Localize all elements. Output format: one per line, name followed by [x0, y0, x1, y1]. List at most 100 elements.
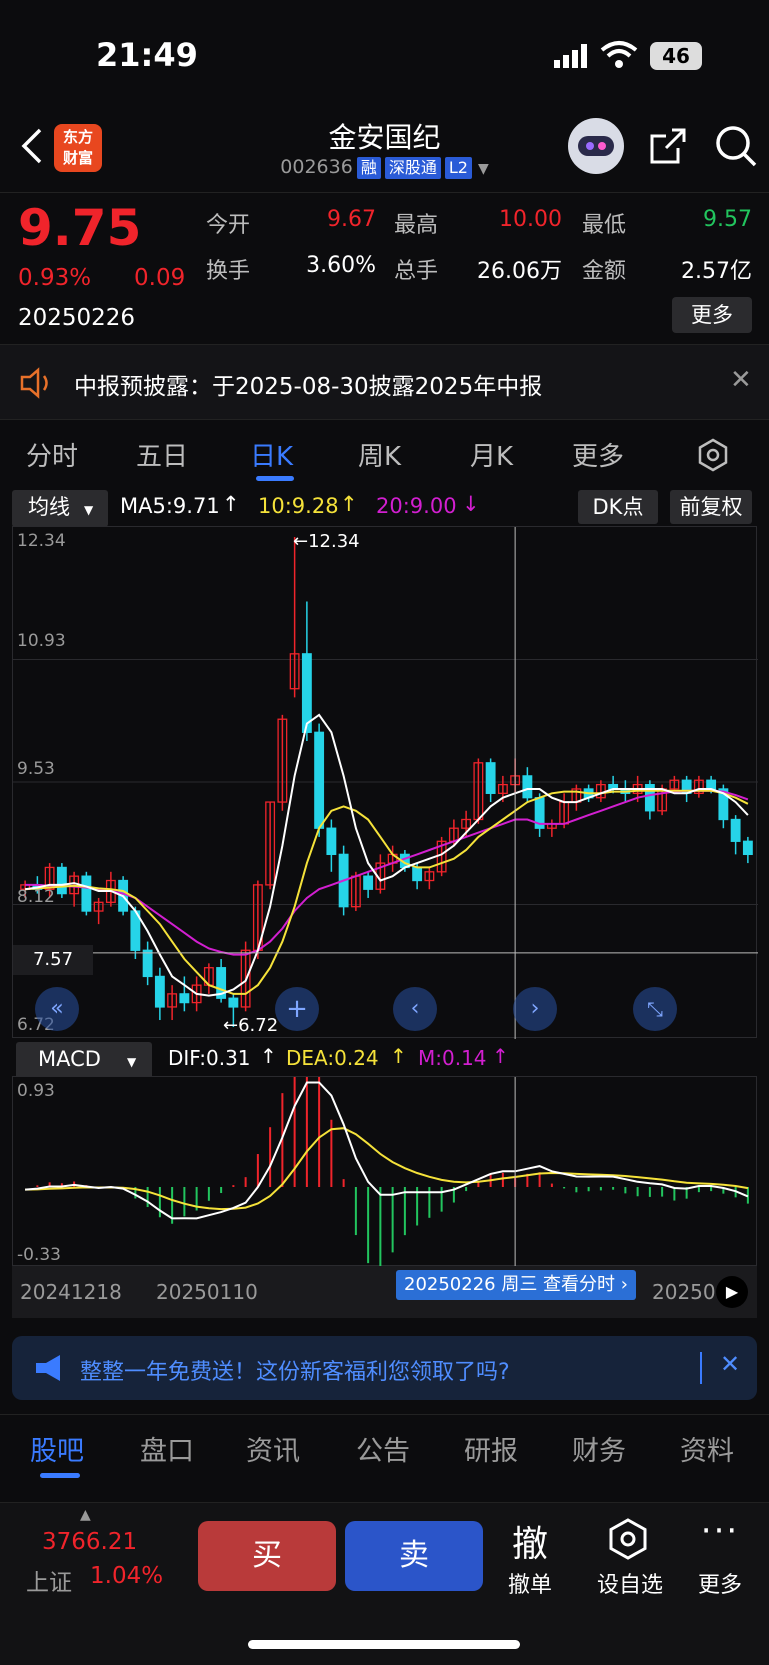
tab-news[interactable]: 资讯 — [246, 1429, 300, 1468]
candle-body — [154, 975, 165, 1008]
candle-body — [326, 827, 337, 856]
tab-intraday[interactable]: 分时 — [26, 436, 78, 473]
caret-down-icon: ▼ — [126, 1055, 137, 1069]
ma5-line — [24, 713, 749, 997]
more-label: 更多 — [697, 1573, 742, 1598]
stat-amount-label: 金额 — [582, 259, 627, 284]
date-label-1: 20241218 — [20, 1280, 122, 1304]
date-label-2: 20250110 — [156, 1280, 258, 1304]
tag-level2: L2 — [444, 157, 472, 179]
tab-research[interactable]: 研报 — [464, 1429, 518, 1468]
candle-body — [412, 866, 423, 882]
max-price-marker: ←12.34 — [293, 531, 360, 552]
index-name: 上证 — [26, 1570, 72, 1596]
tab-forum[interactable]: 股吧 — [30, 1429, 84, 1468]
watchlist-hexagon-icon[interactable] — [606, 1517, 650, 1561]
promo-text: 整整一年免费送！这份新客福利您领取了吗? — [80, 1360, 510, 1385]
earnings-notice-bar[interactable]: 中报预披露：于2025-08-30披露2025年中报 ✕ — [0, 344, 769, 420]
macd-dif-value: DIF:0.31 — [168, 1046, 251, 1070]
cursor-date-text: 20250226 周三 查看分时 — [404, 1274, 616, 1295]
search-icon[interactable] — [714, 124, 758, 168]
close-icon[interactable]: ✕ — [720, 1350, 740, 1378]
content-tabs: 股吧 盘口 资讯 公告 研报 财务 资料 — [0, 1414, 769, 1484]
candle-body — [485, 762, 496, 794]
caret-down-icon: ▼ — [84, 503, 94, 517]
tab-more[interactable]: 更多 — [572, 436, 624, 473]
candle-body — [522, 775, 533, 799]
index-change: 1.04% — [90, 1563, 164, 1589]
candle-body — [742, 840, 753, 856]
rewind-double-left-icon[interactable]: « — [35, 987, 79, 1031]
chevron-down-icon: ▼ — [477, 161, 489, 177]
robot-assistant-icon[interactable] — [568, 118, 624, 174]
macd-selector-label: MACD — [38, 1047, 101, 1071]
step-right-chevron-icon[interactable]: › — [513, 987, 557, 1031]
stat-volume-value: 26.06万 — [477, 259, 562, 284]
step-left-chevron-icon[interactable]: ‹ — [393, 987, 437, 1031]
stat-volume-label: 总手 — [394, 259, 439, 284]
close-icon[interactable]: ✕ — [730, 365, 752, 395]
fullscreen-expand-icon[interactable]: ⤡ — [633, 987, 677, 1031]
stat-high-label: 最高 — [394, 213, 439, 238]
change-percent: 0.93% — [18, 265, 92, 291]
more-stats-button[interactable]: 更多 — [672, 297, 752, 333]
axis-label-mid2: 9.53 — [17, 759, 55, 779]
cancel-order-icon[interactable]: 撤 — [490, 1515, 570, 1567]
candle-body — [81, 875, 92, 912]
last-price: 9.75 — [18, 199, 142, 257]
more-dots-icon[interactable]: ··· — [680, 1511, 760, 1551]
macd-dif-line — [25, 1081, 749, 1220]
tab-orderbook[interactable]: 盘口 — [140, 1429, 194, 1468]
quote-date: 20250226 — [18, 305, 136, 331]
add-watchlist-label: 设自选 — [596, 1573, 663, 1598]
index-value[interactable]: 3766.21 — [42, 1529, 137, 1555]
megaphone-icon — [32, 1352, 66, 1384]
macd-chart-panel[interactable]: 0.93 -0.33 — [12, 1076, 758, 1267]
tab-forum-indicator — [40, 1473, 80, 1478]
ma20-value: 20:9.00 — [376, 494, 457, 518]
share-icon[interactable] — [648, 126, 688, 166]
stat-high-value: 10.00 — [499, 207, 562, 232]
tab-five-day[interactable]: 五日 — [136, 436, 188, 473]
macd-dea-line — [25, 1127, 749, 1211]
cursor-price-label: 7.57 — [13, 945, 93, 975]
stat-open-value: 9.67 — [327, 207, 376, 232]
chevron-right-icon: › — [615, 1274, 628, 1295]
tab-financials[interactable]: 财务 — [572, 1429, 626, 1468]
settings-gear-icon[interactable] — [696, 438, 730, 472]
ma-selector[interactable]: 均线 ▼ — [12, 490, 108, 527]
adjust-price-button[interactable]: 前复权 — [670, 490, 752, 524]
change-amount: 0.09 — [134, 265, 186, 291]
quote-panel: 9.75 0.93% 0.09 20250226 今开 9.67 最高 10.0… — [0, 192, 769, 342]
cursor-date-tooltip[interactable]: 20250226 周三 查看分时 › — [396, 1270, 636, 1300]
buy-button[interactable]: 买 — [198, 1521, 336, 1591]
zoom-in-plus-icon[interactable]: + — [275, 987, 319, 1031]
stat-open-label: 今开 — [206, 213, 251, 238]
battery-icon: 46 — [650, 42, 702, 70]
kline-chart-panel[interactable]: 12.34 10.93 9.53 8.12 6.72 7.57 ←12.34 ←… — [12, 526, 758, 1039]
min-price-value: 6.72 — [238, 1015, 279, 1036]
tab-weekly-k[interactable]: 周K — [358, 436, 401, 473]
sell-button[interactable]: 卖 — [345, 1521, 483, 1591]
dk-point-button[interactable]: DK点 — [578, 490, 658, 524]
axis-label-mid1: 10.93 — [17, 631, 66, 651]
kline-chart[interactable] — [13, 527, 758, 1039]
macd-chart[interactable] — [13, 1077, 758, 1267]
tab-profile[interactable]: 资料 — [680, 1429, 734, 1468]
macd-selector[interactable]: MACD ▼ — [16, 1042, 152, 1079]
tab-daily-k[interactable]: 日K — [250, 436, 293, 473]
cancel-order-label: 撤单 — [507, 1573, 552, 1598]
tab-monthly-k[interactable]: 月K — [470, 436, 513, 473]
min-price-marker: ←6.72 — [223, 1015, 279, 1036]
macd-axis-top: 0.93 — [17, 1081, 55, 1101]
macd-axis-bottom: -0.33 — [17, 1245, 61, 1265]
promo-banner[interactable]: 整整一年免费送！这份新客福利您领取了吗? ✕ — [12, 1336, 757, 1400]
promo-divider — [700, 1352, 702, 1384]
ma5-value: MA5:9.71 — [120, 494, 220, 518]
candle-body — [179, 993, 190, 1004]
tag-margin: 融 — [356, 157, 381, 179]
ma10-value: 10:9.28 — [258, 494, 339, 518]
tab-active-indicator — [256, 476, 294, 481]
tab-announcements[interactable]: 公告 — [356, 1429, 410, 1468]
play-forward-icon[interactable]: ▶ — [716, 1276, 748, 1308]
